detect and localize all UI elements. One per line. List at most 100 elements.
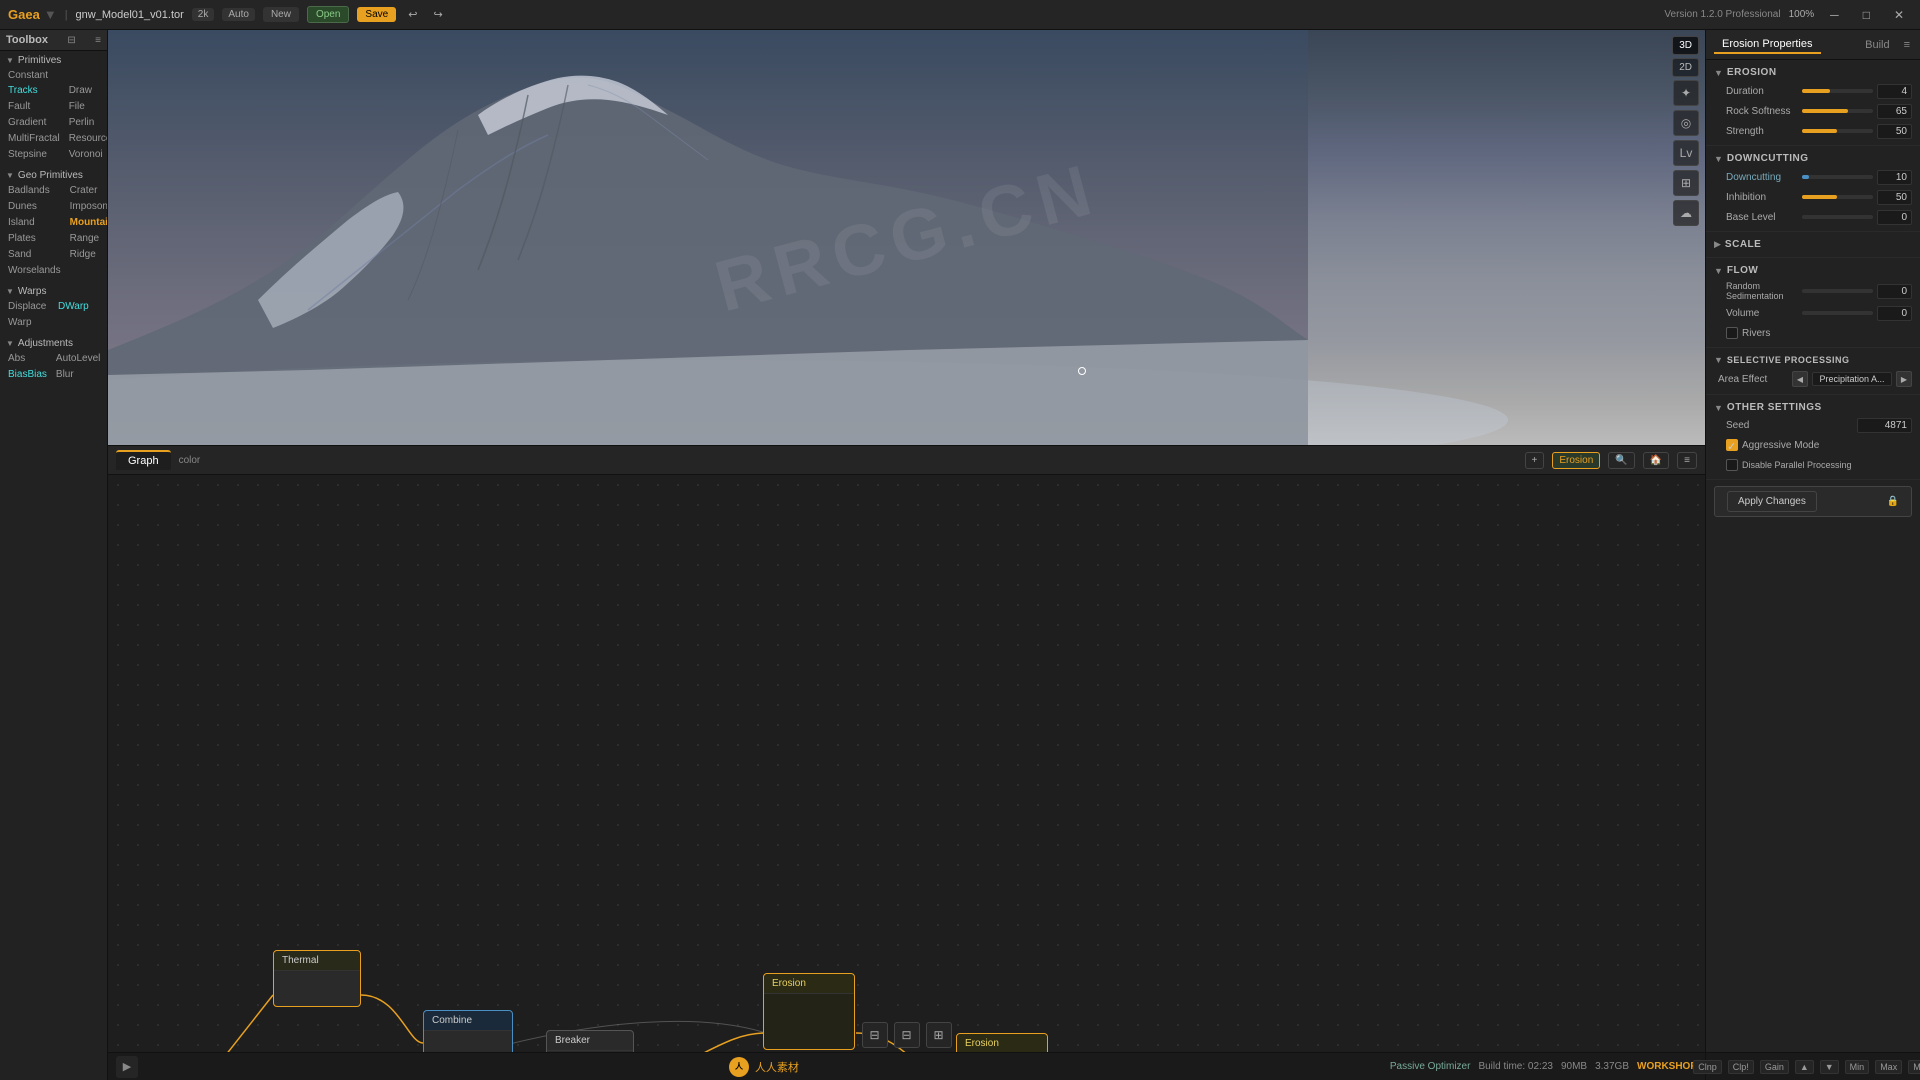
toolbox-item-badlands[interactable]: Badlands [4, 183, 65, 198]
rp-slider-base-level[interactable] [1802, 215, 1874, 219]
rp-tab-properties[interactable]: Erosion Properties [1714, 36, 1821, 54]
toolbox-item-worselands[interactable]: Worselands [4, 263, 65, 278]
node-graph[interactable]: Thermal Combine Breaker [108, 475, 1705, 1052]
redo-icon[interactable]: ↪ [429, 6, 446, 23]
rp-input-base-level[interactable] [1877, 210, 1912, 225]
rp-btn-min2[interactable]: Min [1908, 1060, 1920, 1074]
minimize-button[interactable]: ─ [1822, 6, 1847, 24]
undo-icon[interactable]: ↩ [404, 6, 421, 23]
rp-checkbox-aggressive[interactable]: ✓ [1726, 439, 1738, 451]
node-combine[interactable]: Combine [423, 1010, 513, 1052]
rp-btn-clp[interactable]: Clp! [1728, 1060, 1754, 1074]
toolbox-item-sand[interactable]: Sand [4, 247, 65, 262]
toolbox-item-plates[interactable]: Plates [4, 231, 65, 246]
rp-tab-build[interactable]: Build [1857, 37, 1897, 53]
rp-btn-gain[interactable]: Gain [1760, 1060, 1789, 1074]
bb-play-icon[interactable]: ▶ [116, 1056, 138, 1078]
graph-home-btn[interactable]: 🏠 [1643, 452, 1669, 469]
apply-changes-button[interactable]: Apply Changes [1727, 491, 1817, 512]
toolbox-item-biasbias[interactable]: BiasBias [4, 367, 51, 382]
lock-icon[interactable]: 🔒 [1887, 496, 1899, 507]
node-erosion2[interactable]: Erosion [956, 1033, 1048, 1052]
toolbox-item-ridge[interactable]: Ridge [66, 247, 108, 262]
geo-primitives-section-header[interactable]: ▼ Geo Primitives [0, 166, 107, 183]
rp-checkbox-disable-parallel[interactable] [1726, 459, 1738, 471]
graph-search-btn[interactable]: 🔍 [1608, 452, 1634, 469]
rp-area-value[interactable]: Precipitation A... [1812, 372, 1892, 386]
open-button[interactable]: Open [307, 6, 349, 23]
toolbox-item-tracks[interactable]: Tracks [4, 83, 64, 98]
warps-section-header[interactable]: ▼ Warps [0, 282, 107, 299]
toolbox-item-voronoi[interactable]: Voronoi [65, 147, 108, 162]
toolbox-icon1[interactable]: ⊟ [67, 35, 75, 46]
toolbox-item-resource[interactable]: Resource [65, 131, 108, 146]
rp-input-random-sed[interactable] [1877, 284, 1912, 299]
save-button[interactable]: Save [357, 7, 396, 22]
rp-btn-up[interactable]: ▲ [1795, 1060, 1814, 1074]
cloud-icon[interactable]: ☁ [1673, 200, 1699, 226]
grid-icon[interactable]: ⊞ [1673, 170, 1699, 196]
rp-slider-duration[interactable] [1802, 89, 1874, 93]
toolbox-item-imposons[interactable]: Imposons [66, 199, 108, 214]
toolbox-item-crater[interactable]: Crater [66, 183, 108, 198]
rp-btn-max[interactable]: Max [1875, 1060, 1902, 1074]
toolbox-item-blur[interactable]: Blur [52, 367, 104, 382]
toolbox-item-multifractal[interactable]: MultiFractal [4, 131, 64, 146]
graph-bt-icon3[interactable]: ⊞ [926, 1022, 952, 1048]
toolbox-icon2[interactable]: ≡ [95, 35, 101, 46]
rp-erosion-header[interactable]: ▼ EROSION [1706, 64, 1920, 81]
rp-slider-rock-softness[interactable] [1802, 109, 1874, 113]
rp-btn-min[interactable]: Min [1845, 1060, 1870, 1074]
rp-input-duration[interactable] [1877, 84, 1912, 99]
node-erosion1[interactable]: Erosion [763, 973, 855, 1050]
maximize-button[interactable]: □ [1855, 6, 1878, 24]
rp-selective-header[interactable]: ▼ SELECTIVE PROCESSING [1706, 352, 1920, 368]
node-breaker[interactable]: Breaker [546, 1030, 634, 1052]
toolbox-item-file[interactable]: File [65, 99, 108, 114]
rp-slider-inhibition[interactable] [1802, 195, 1874, 199]
toolbox-item-island[interactable]: Island [4, 215, 65, 230]
rp-input-downcutting[interactable] [1877, 170, 1912, 185]
toolbox-item-stepsine[interactable]: Stepsine [4, 147, 64, 162]
toolbox-item-perlin[interactable]: Perlin [65, 115, 108, 130]
rp-input-strength[interactable] [1877, 124, 1912, 139]
graph-bt-icon1[interactable]: ⊟ [862, 1022, 888, 1048]
rp-area-arrow-right[interactable]: ▶ [1896, 371, 1912, 387]
toolbox-item-dwarp[interactable]: DWarp [54, 299, 103, 314]
rp-btn-down[interactable]: ▼ [1820, 1060, 1839, 1074]
graph-menu-btn[interactable]: ≡ [1677, 452, 1697, 469]
viewport-3d[interactable]: 3D 2D ✦ ◎ Lv ⊞ ☁ RRCG.CN [108, 30, 1705, 445]
toolbox-item-abs[interactable]: Abs [4, 351, 51, 366]
graph-current-node[interactable]: Erosion [1552, 452, 1600, 469]
new-button[interactable]: New [263, 7, 299, 22]
rp-seed-input[interactable] [1857, 418, 1912, 433]
rp-other-header[interactable]: ▼ OTHER SETTINGS [1706, 399, 1920, 416]
rp-downcutting-header[interactable]: ▼ DOWNCUTTING [1706, 150, 1920, 167]
rp-menu-icon[interactable]: ≡ [1902, 37, 1912, 53]
rp-slider-downcutting[interactable] [1802, 175, 1874, 179]
primitives-section-header[interactable]: ▼ Primitives [0, 51, 107, 68]
toolbox-item-dunes[interactable]: Dunes [4, 199, 65, 214]
toolbox-item-autolevel[interactable]: AutoLevel [52, 351, 104, 366]
toolbox-item-fault[interactable]: Fault [4, 99, 64, 114]
toolbox-item-mountain[interactable]: Mountain [66, 215, 108, 230]
rp-checkbox-rivers[interactable] [1726, 327, 1738, 339]
viewport-2d-btn[interactable]: 2D [1672, 58, 1699, 77]
rp-input-volume[interactable] [1877, 306, 1912, 321]
adjustments-section-header[interactable]: ▼ Adjustments [0, 334, 107, 351]
rp-btn-clnp[interactable]: Clnp [1693, 1060, 1722, 1074]
rp-slider-volume[interactable] [1802, 311, 1874, 315]
close-button[interactable]: ✕ [1886, 6, 1912, 24]
toolbox-item-displace[interactable]: Displace [4, 299, 53, 314]
rp-input-rock-softness[interactable] [1877, 104, 1912, 119]
rp-flow-header[interactable]: ▼ FLOW [1706, 262, 1920, 279]
rp-slider-strength[interactable] [1802, 129, 1874, 133]
toolbox-item-range[interactable]: Range [66, 231, 108, 246]
toolbox-item-warp[interactable]: Warp [4, 315, 53, 330]
rp-slider-random-sed[interactable] [1802, 289, 1874, 293]
resolution-badge[interactable]: 2k [192, 8, 215, 21]
rp-area-arrow-left[interactable]: ◀ [1792, 371, 1808, 387]
toolbox-item-constant[interactable]: Constant [4, 68, 103, 83]
toolbox-item-gradient[interactable]: Gradient [4, 115, 64, 130]
mode-badge[interactable]: Auto [222, 8, 255, 21]
